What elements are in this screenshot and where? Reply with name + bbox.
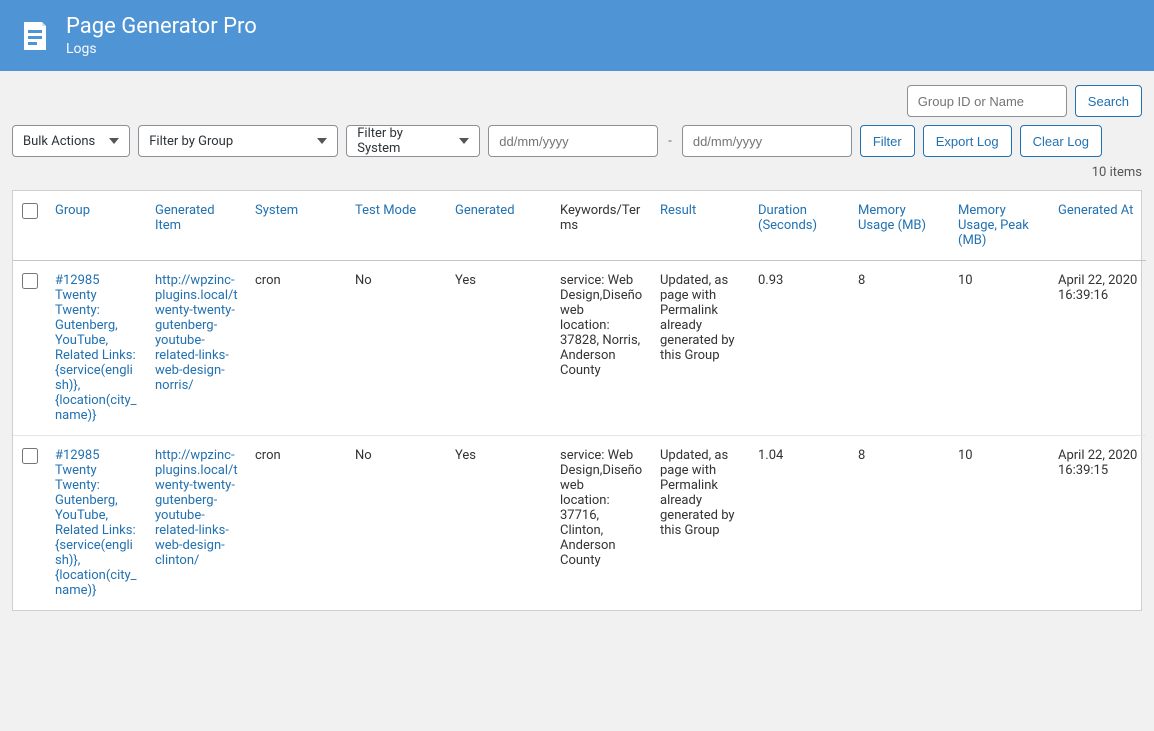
cell-memory: 8 — [850, 261, 950, 436]
page-title: Page Generator Pro — [66, 14, 257, 39]
search-input[interactable] — [907, 85, 1067, 117]
filter-button[interactable]: Filter — [860, 125, 915, 157]
page-subtitle: Logs — [66, 41, 257, 57]
filter-system-select[interactable]: Filter by System — [346, 125, 480, 157]
table-row: #12985 Twenty Twenty: Gutenberg, YouTube… — [13, 261, 1146, 436]
cell-generated: Yes — [447, 261, 552, 436]
cell-result: Updated, as page with Permalink already … — [652, 261, 750, 436]
chevron-down-icon — [109, 138, 119, 144]
search-button[interactable]: Search — [1075, 85, 1142, 117]
table-row: #12985 Twenty Twenty: Gutenberg, YouTube… — [13, 436, 1146, 611]
date-to-input[interactable] — [682, 125, 852, 157]
group-link[interactable]: #12985 Twenty Twenty: Gutenberg, YouTube… — [55, 273, 137, 423]
table-header-row: Group Generated Item System Test Mode Ge… — [13, 191, 1146, 261]
cell-duration: 1.04 — [750, 436, 850, 611]
col-group[interactable]: Group — [55, 203, 90, 218]
export-log-button[interactable]: Export Log — [923, 125, 1012, 157]
cell-system: cron — [247, 436, 347, 611]
logs-table-wrap: Group Generated Item System Test Mode Ge… — [12, 190, 1142, 611]
generated-item-link[interactable]: http://wpzinc-plugins.local/twenty-twent… — [155, 448, 238, 568]
filter-group-select[interactable]: Filter by Group — [138, 125, 338, 157]
date-from-input[interactable] — [488, 125, 658, 157]
cell-keywords: service: Web Design,Diseño web location:… — [552, 261, 652, 436]
cell-result: Updated, as page with Permalink already … — [652, 436, 750, 611]
chevron-down-icon — [317, 138, 327, 144]
items-count: 10 items — [1092, 165, 1142, 180]
col-generated[interactable]: Generated — [455, 203, 515, 218]
cell-test-mode: No — [347, 436, 447, 611]
row-checkbox[interactable] — [22, 448, 38, 464]
col-memory-peak[interactable]: Memory Usage, Peak (MB) — [958, 203, 1029, 248]
cell-generated-at: April 22, 2020 16:39:16 — [1050, 261, 1146, 436]
cell-duration: 0.93 — [750, 261, 850, 436]
clear-log-button[interactable]: Clear Log — [1020, 125, 1102, 157]
filter-system-label: Filter by System — [357, 126, 445, 156]
cell-memory: 8 — [850, 436, 950, 611]
cell-memory-peak: 10 — [950, 436, 1050, 611]
col-result[interactable]: Result — [660, 203, 696, 218]
app-header: Page Generator Pro Logs — [0, 0, 1154, 71]
col-duration[interactable]: Duration (Seconds) — [758, 203, 817, 233]
filter-group-label: Filter by Group — [149, 134, 233, 149]
app-logo-icon — [18, 19, 52, 53]
cell-test-mode: No — [347, 261, 447, 436]
cell-generated-at: April 22, 2020 16:39:15 — [1050, 436, 1146, 611]
col-keywords: Keywords/Terms — [552, 191, 652, 261]
col-system[interactable]: System — [255, 203, 298, 218]
col-memory[interactable]: Memory Usage (MB) — [858, 203, 926, 233]
bulk-actions-label: Bulk Actions — [23, 134, 95, 149]
group-link[interactable]: #12985 Twenty Twenty: Gutenberg, YouTube… — [55, 448, 137, 598]
cell-system: cron — [247, 261, 347, 436]
bulk-actions-select[interactable]: Bulk Actions — [12, 125, 130, 157]
date-range-separator: - — [666, 134, 674, 149]
cell-keywords: service: Web Design,Diseño web location:… — [552, 436, 652, 611]
col-generated-at[interactable]: Generated At — [1058, 203, 1133, 218]
logs-table: Group Generated Item System Test Mode Ge… — [13, 191, 1146, 610]
cell-generated: Yes — [447, 436, 552, 611]
col-test-mode[interactable]: Test Mode — [355, 203, 416, 218]
generated-item-link[interactable]: http://wpzinc-plugins.local/twenty-twent… — [155, 273, 238, 393]
col-generated-item[interactable]: Generated Item — [155, 203, 215, 233]
row-checkbox[interactable] — [22, 273, 38, 289]
chevron-down-icon — [459, 138, 469, 144]
cell-memory-peak: 10 — [950, 261, 1050, 436]
select-all-checkbox[interactable] — [22, 203, 38, 219]
